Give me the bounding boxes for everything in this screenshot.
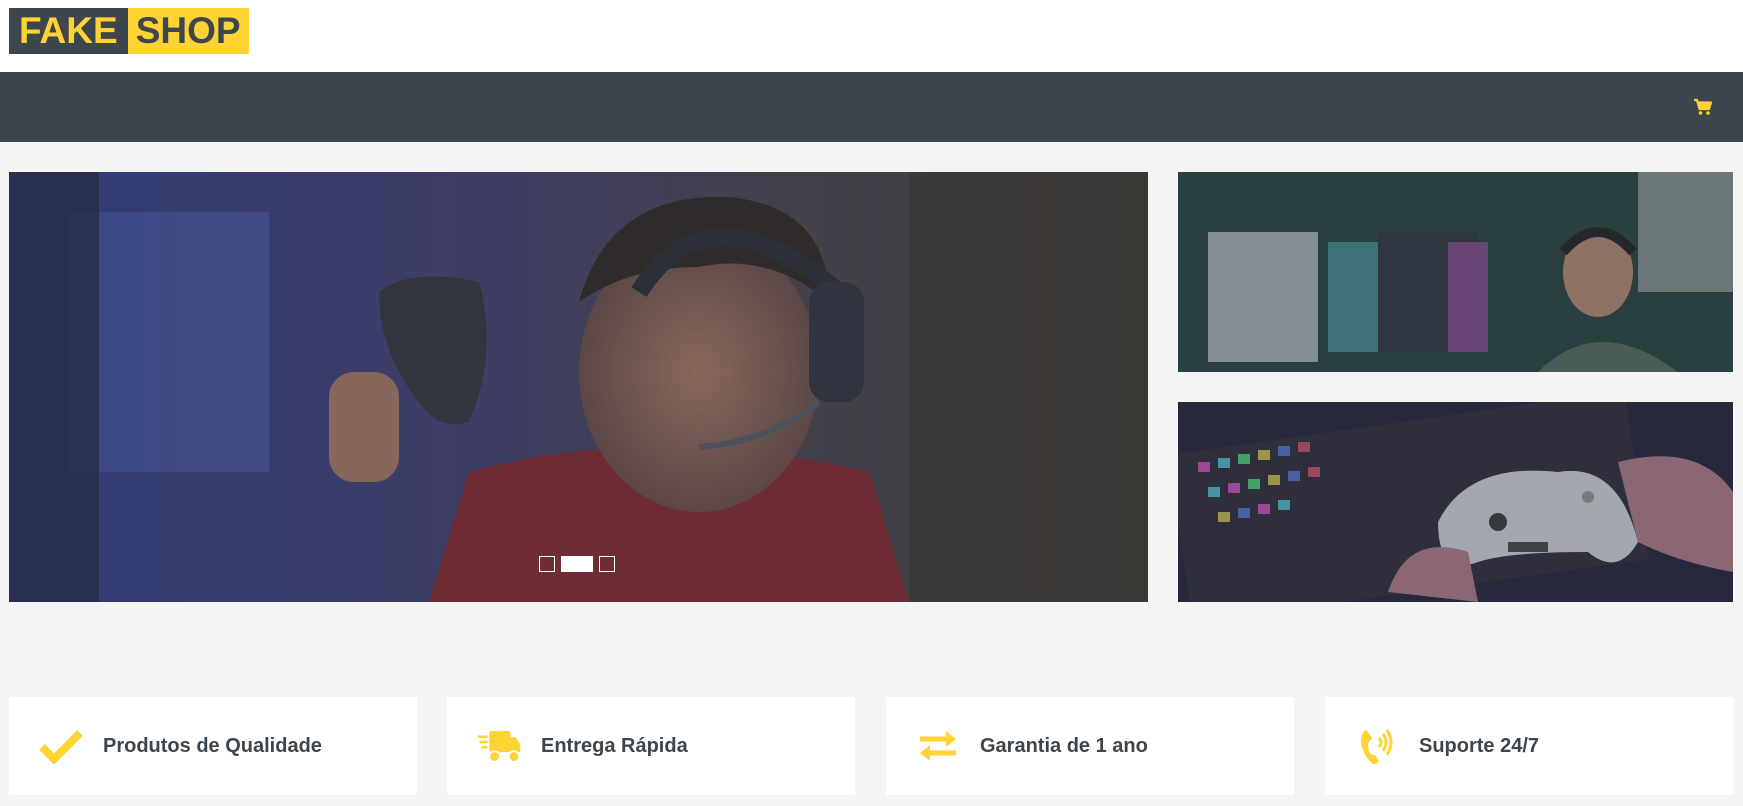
side-banner-overlay [1178, 172, 1733, 372]
feature-label: Produtos de Qualidade [103, 734, 322, 757]
check-icon [39, 726, 83, 766]
hero-carousel[interactable] [9, 172, 1148, 602]
feature-quality: Produtos de Qualidade [9, 697, 417, 795]
feature-delivery: Entrega Rápida [447, 697, 855, 795]
truck-icon [477, 726, 521, 766]
feature-label: Suporte 24/7 [1419, 734, 1540, 757]
feature-support: Suporte 24/7 [1325, 697, 1733, 795]
side-banner-controller[interactable] [1178, 402, 1733, 602]
hero-overlay [9, 172, 1148, 602]
feature-label: Entrega Rápida [541, 734, 688, 757]
side-banner-streamer[interactable] [1178, 172, 1733, 372]
side-banner-overlay [1178, 402, 1733, 602]
top-bar: FAKE SHOP [0, 0, 1743, 72]
logo-part-shop: SHOP [127, 8, 249, 54]
logo-part-fake: FAKE [9, 8, 128, 54]
navbar [0, 72, 1743, 142]
shopping-cart-icon[interactable] [1693, 98, 1713, 116]
carousel-dot-3[interactable] [599, 556, 615, 572]
phone-volume-icon [1355, 726, 1399, 766]
feature-label: Garantia de 1 ano [980, 734, 1148, 757]
logo[interactable]: FAKE SHOP [9, 8, 249, 54]
carousel-dot-1[interactable] [539, 556, 555, 572]
carousel-indicators [539, 556, 615, 572]
exchange-arrows-icon [916, 726, 960, 766]
carousel-dot-2[interactable] [561, 556, 593, 572]
feature-warranty: Garantia de 1 ano [886, 697, 1294, 795]
